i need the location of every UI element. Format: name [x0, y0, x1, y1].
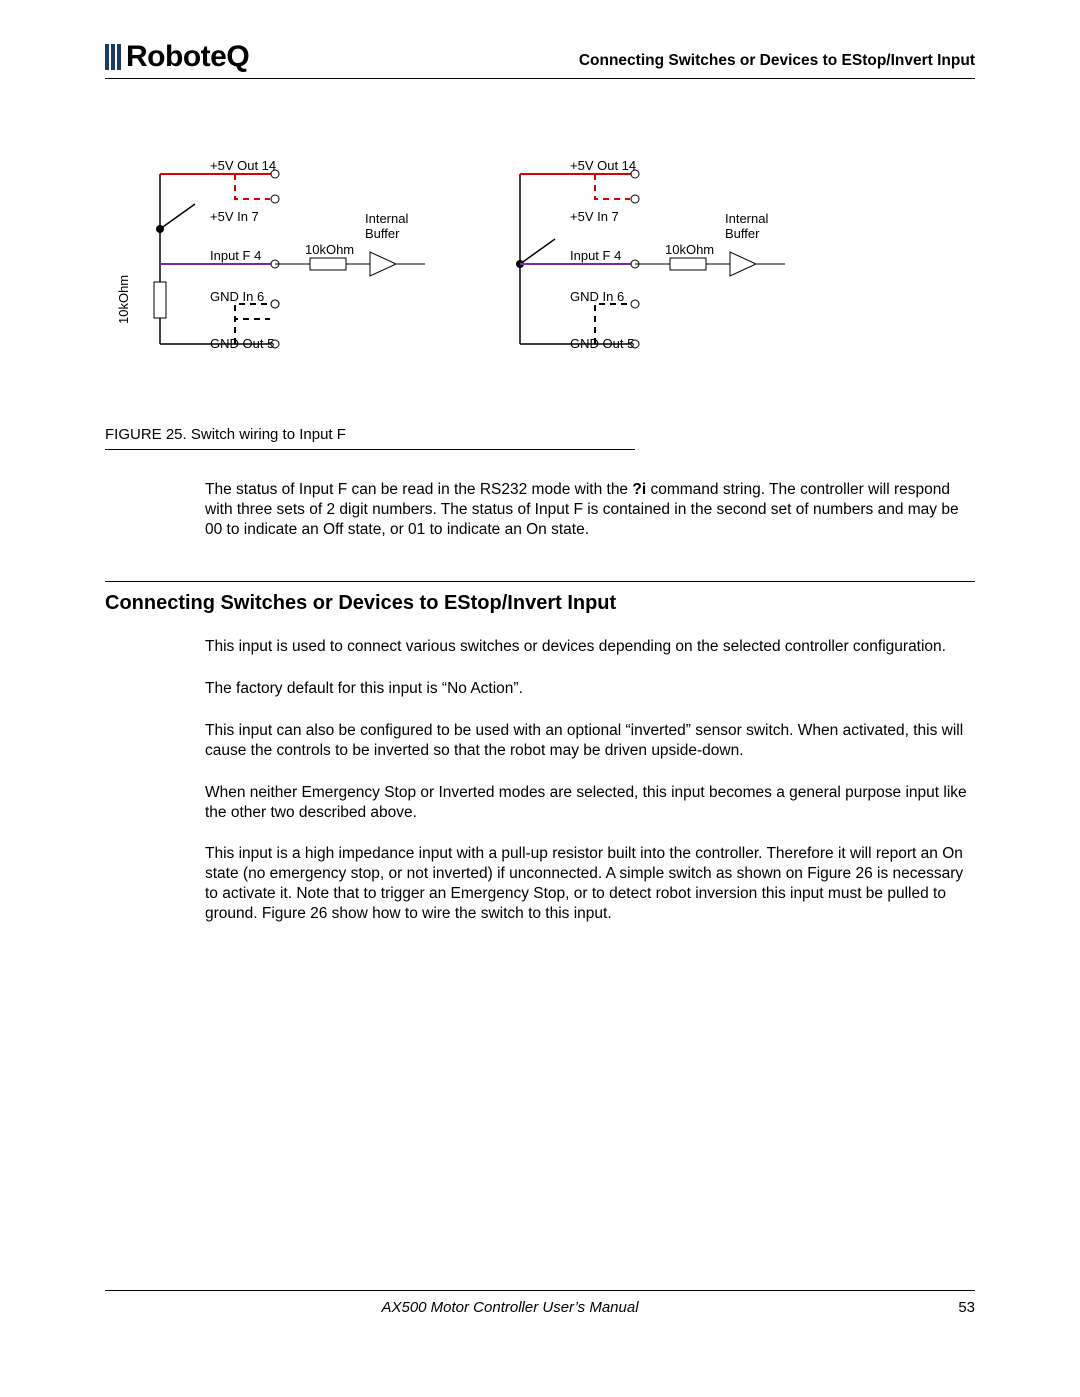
label-10k-inline: 10kOhm — [305, 242, 354, 257]
label-5v-out: +5V Out 14 — [570, 158, 636, 173]
sec-para-2: The factory default for this input is “N… — [205, 679, 975, 699]
sec-para-5: This input is a high impedance input wit… — [205, 844, 975, 923]
label-input-f: Input F 4 — [570, 248, 621, 263]
label-5v-in: +5V In 7 — [570, 209, 619, 224]
figure-caption: FIGURE 25. Switch wiring to Input F — [105, 426, 635, 450]
label-5v-in: +5V In 7 — [210, 209, 259, 224]
logo-text: RoboteQ — [126, 40, 249, 74]
header-running-title: Connecting Switches or Devices to EStop/… — [249, 52, 975, 74]
sec-para-3: This input can also be configured to be … — [205, 721, 975, 761]
schematic-right: +5V Out 14 +5V In 7 Input F 4 10kOhm Int… — [500, 164, 840, 384]
label-input-f: Input F 4 — [210, 248, 261, 263]
page-header: RoboteQ Connecting Switches or Devices t… — [105, 40, 975, 79]
sec-para-1: This input is used to connect various sw… — [205, 637, 975, 657]
para1-cmd: ?i — [632, 481, 646, 498]
para1-a: The status of Input F can be read in the… — [205, 481, 632, 498]
section-heading-estop: Connecting Switches or Devices to EStop/… — [105, 581, 975, 615]
label-gnd-in: GND In 6 — [210, 289, 264, 304]
page-footer: AX500 Motor Controller User’s Manual 53 — [105, 1290, 975, 1316]
label-gnd-in: GND In 6 — [570, 289, 624, 304]
footer-page-number: 53 — [915, 1299, 975, 1316]
label-gnd-out: GND Out 5 — [210, 336, 274, 351]
paragraph-inputf-status: The status of Input F can be read in the… — [205, 480, 975, 539]
schematic-left: +5V Out 14 +5V In 7 Input F 4 10kOhm Int… — [140, 164, 480, 384]
label-buffer: InternalBuffer — [725, 212, 768, 242]
label-5v-out: +5V Out 14 — [210, 158, 276, 173]
sec-para-4: When neither Emergency Stop or Inverted … — [205, 783, 975, 823]
label-gnd-out: GND Out 5 — [570, 336, 634, 351]
label-buffer: InternalBuffer — [365, 212, 408, 242]
figure-25-diagram: +5V Out 14 +5V In 7 Input F 4 10kOhm Int… — [105, 164, 975, 414]
footer-manual-title: AX500 Motor Controller User’s Manual — [105, 1299, 915, 1316]
brand-logo: RoboteQ — [105, 40, 249, 74]
logo-bars-icon — [105, 44, 121, 70]
label-10k-pulldown: 10kOhm — [116, 275, 131, 324]
label-10k-inline: 10kOhm — [665, 242, 714, 257]
